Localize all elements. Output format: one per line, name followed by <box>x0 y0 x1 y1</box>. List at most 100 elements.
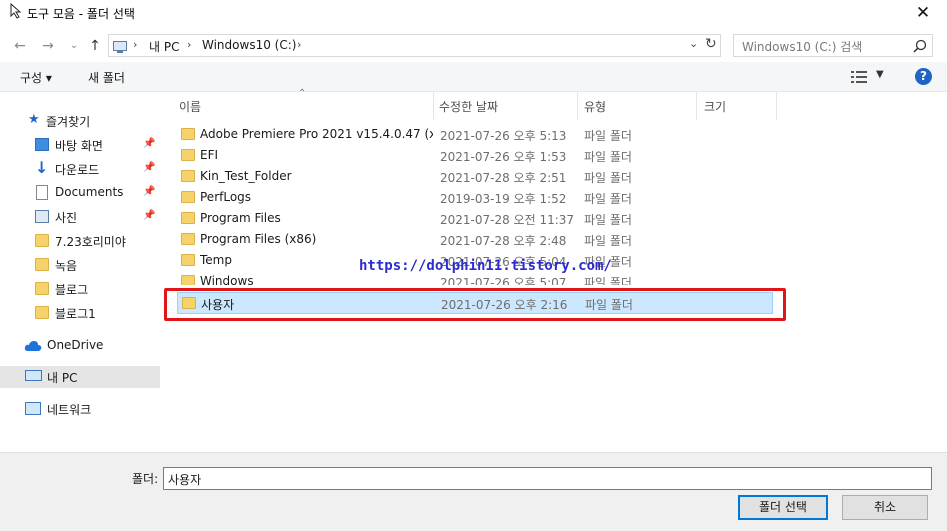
file-modified: 2021-07-26 오후 5:07 <box>440 276 567 285</box>
nav-item-label: 블로그 <box>55 283 89 297</box>
column-header-type[interactable]: 유형 <box>584 98 606 115</box>
column-divider[interactable] <box>433 92 434 120</box>
folder-icon <box>181 212 195 224</box>
annotation-highlight-box <box>164 288 786 321</box>
nav-this-pc[interactable]: 내 PC <box>0 366 160 388</box>
column-divider[interactable] <box>696 92 697 120</box>
folder-icon <box>181 233 195 245</box>
table-row[interactable]: Adobe Premiere Pro 2021 v15.4.0.47 (x...… <box>177 124 773 145</box>
folder-icon <box>35 282 49 295</box>
file-modified: 2021-07-26 오후 5:13 <box>440 129 567 143</box>
folder-icon <box>35 306 49 319</box>
column-divider[interactable] <box>577 92 578 120</box>
nav-item-documents[interactable]: Documents 📌 <box>0 182 160 204</box>
breadcrumb-chevron-icon[interactable]: › <box>133 38 137 51</box>
nav-item-folder[interactable]: 녹음 <box>0 254 160 276</box>
back-arrow-icon[interactable]: ← <box>10 36 30 56</box>
folder-name-input[interactable]: 사용자 <box>163 467 932 490</box>
nav-item-folder[interactable]: 블로그 <box>0 278 160 300</box>
up-arrow-icon[interactable]: ↑ <box>85 36 105 56</box>
file-type: 파일 폴더 <box>584 171 632 185</box>
breadcrumb-this-pc[interactable]: 내 PC <box>149 38 179 55</box>
file-type: 파일 폴더 <box>584 150 632 164</box>
search-placeholder: Windows10 (C:) 검색 <box>742 40 863 54</box>
file-type: 파일 폴더 <box>584 213 632 227</box>
command-bar: 구성 ▾ 새 폴더 ▼ ? <box>0 62 947 92</box>
sort-ascending-icon: ⌃ <box>298 88 307 99</box>
select-folder-button[interactable]: 폴더 선택 <box>738 495 828 520</box>
folder-icon <box>181 149 195 161</box>
nav-item-label: 바탕 화면 <box>55 139 103 153</box>
nav-this-pc-label: 내 PC <box>47 371 78 385</box>
organize-menu-button[interactable]: 구성 ▾ <box>20 69 52 86</box>
file-type: 파일 폴더 <box>584 129 632 143</box>
nav-item-downloads[interactable]: ↓ 다운로드 📌 <box>0 158 160 180</box>
view-dropdown-icon[interactable]: ▼ <box>876 69 884 80</box>
pc-icon <box>113 41 127 53</box>
view-options-icon[interactable] <box>851 71 867 83</box>
folder-icon <box>181 275 195 285</box>
file-type: 파일 폴더 <box>584 234 632 248</box>
nav-quick-access[interactable]: ★ 즐겨찾기 <box>0 110 160 132</box>
search-input[interactable]: Windows10 (C:) 검색 <box>733 34 933 57</box>
table-row[interactable]: Kin_Test_Folder 2021-07-28 오후 2:51 파일 폴더 <box>177 166 773 187</box>
file-type: 파일 폴더 <box>584 192 632 206</box>
file-name: Adobe Premiere Pro 2021 v15.4.0.47 (x... <box>200 127 433 141</box>
nav-item-label: 7.23호리미야 <box>55 235 126 249</box>
nav-network[interactable]: 네트워크 <box>0 398 160 420</box>
refresh-icon[interactable]: ↻ <box>705 36 717 52</box>
folder-icon <box>35 234 49 247</box>
file-modified: 2021-07-26 오후 1:53 <box>440 150 567 164</box>
nav-item-label: Documents <box>55 185 124 199</box>
network-icon <box>25 402 41 415</box>
pin-icon: 📌 <box>143 138 156 149</box>
column-divider[interactable] <box>776 92 777 120</box>
address-bar[interactable]: › 내 PC › Windows10 (C:) › ⌄ ↻ <box>108 34 721 57</box>
pin-icon: 📌 <box>143 210 156 221</box>
nav-network-label: 네트워크 <box>47 403 92 417</box>
table-row[interactable]: EFI 2021-07-26 오후 1:53 파일 폴더 <box>177 145 773 166</box>
file-name: Program Files (x86) <box>200 232 317 246</box>
forward-arrow-icon[interactable]: → <box>38 36 58 56</box>
pin-icon: 📌 <box>143 162 156 173</box>
window-title: 도구 모음 - 폴더 선택 <box>27 7 135 21</box>
table-row[interactable]: PerfLogs 2019-03-19 오후 1:52 파일 폴더 <box>177 187 773 208</box>
nav-onedrive-label: OneDrive <box>47 338 104 352</box>
nav-item-folder[interactable]: 7.23호리미야 <box>0 230 160 252</box>
breadcrumb-chevron-icon[interactable]: › <box>187 38 191 51</box>
file-name: Temp <box>200 253 232 267</box>
recent-locations-chevron-icon[interactable]: ⌄ <box>64 36 84 56</box>
cancel-button[interactable]: 취소 <box>842 495 928 520</box>
file-modified: 2021-07-28 오후 2:51 <box>440 171 567 185</box>
cursor-app-icon <box>10 3 22 19</box>
nav-item-label: 다운로드 <box>55 163 100 177</box>
column-header-modified[interactable]: 수정한 날짜 <box>439 98 498 115</box>
file-name: Kin_Test_Folder <box>200 169 292 183</box>
folder-icon <box>35 258 49 271</box>
title-bar: 도구 모음 - 폴더 선택 ✕ <box>0 0 947 30</box>
nav-item-folder[interactable]: 블로그1 <box>0 302 160 324</box>
nav-onedrive[interactable]: OneDrive <box>0 335 160 357</box>
file-modified: 2021-07-28 오전 11:37 <box>440 213 575 227</box>
footer-panel: 폴더: 사용자 폴더 선택 취소 <box>0 452 947 531</box>
breadcrumb-chevron-icon[interactable]: › <box>297 38 301 51</box>
table-row[interactable]: Program Files (x86) 2021-07-28 오후 2:48 파… <box>177 229 773 250</box>
desktop-icon <box>35 138 49 151</box>
new-folder-button[interactable]: 새 폴더 <box>88 69 125 86</box>
search-icon[interactable] <box>913 39 927 53</box>
folder-icon <box>181 170 195 182</box>
help-icon[interactable]: ? <box>915 68 932 85</box>
address-dropdown-icon[interactable]: ⌄ <box>689 37 698 50</box>
nav-item-pictures[interactable]: 사진 📌 <box>0 206 160 228</box>
table-row[interactable]: Program Files 2021-07-28 오전 11:37 파일 폴더 <box>177 208 773 229</box>
column-header-name[interactable]: 이름 <box>179 98 201 115</box>
nav-quick-access-label: 즐겨찾기 <box>46 115 91 129</box>
column-header-size[interactable]: 크기 <box>704 98 726 115</box>
folder-icon <box>181 128 195 140</box>
close-button[interactable]: ✕ <box>912 2 934 24</box>
breadcrumb-drive[interactable]: Windows10 (C:) <box>202 38 296 52</box>
file-name: EFI <box>200 148 219 162</box>
file-name: Windows <box>200 274 254 285</box>
file-type: 파일 폴더 <box>584 276 632 285</box>
nav-item-desktop[interactable]: 바탕 화면 📌 <box>0 134 160 156</box>
